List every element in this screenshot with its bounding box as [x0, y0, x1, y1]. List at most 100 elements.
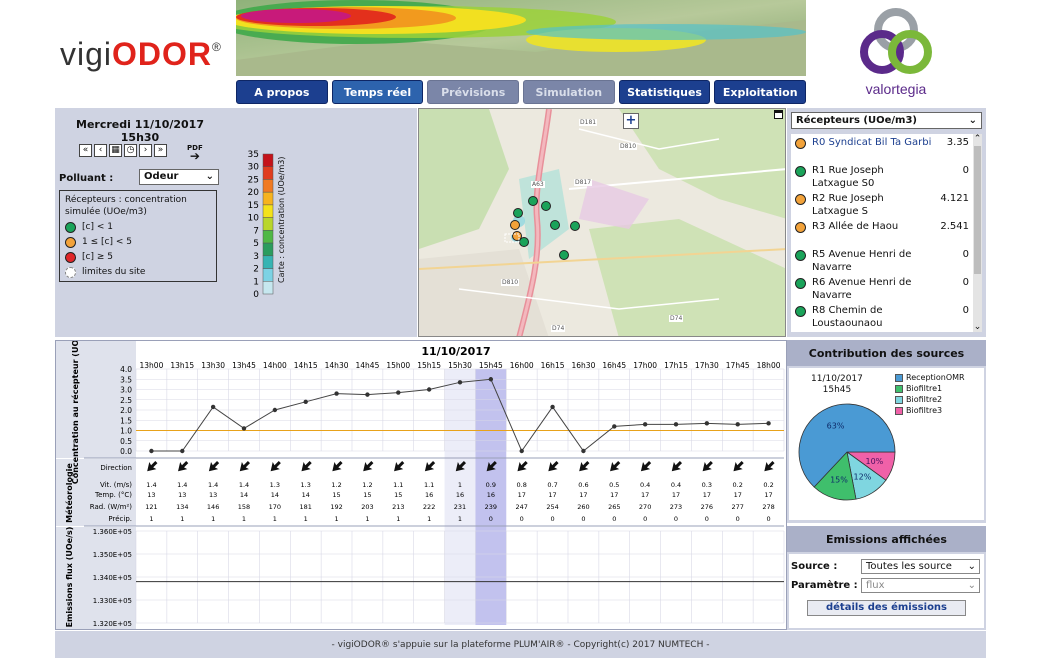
receptor-value: 2.541 — [940, 221, 969, 232]
meteo-rad-value: 134 — [176, 503, 188, 511]
x-tick-label: 14h00 — [263, 361, 287, 370]
x-tick-label: 14h15 — [294, 361, 318, 370]
map-zoom-in-button[interactable]: + — [623, 113, 639, 129]
nav-button-3[interactable]: Simulation — [523, 80, 615, 104]
legend-label: [c] ≥ 5 — [82, 252, 113, 262]
receptor-row[interactable]: R9 Chemin du gd et0 — [791, 330, 973, 332]
x-tick-label: 17h00 — [633, 361, 657, 370]
clock-icon[interactable]: ◷ — [124, 144, 137, 157]
meteo-rad-value: 213 — [392, 503, 404, 511]
receptor-row[interactable]: R8 Chemin de Loustaounaou 0 — [791, 302, 973, 330]
calendar-icon[interactable]: ▦ — [109, 144, 122, 157]
meteo-temp-value: 17 — [734, 491, 742, 499]
pie-legend-item: Biofiltre2 — [895, 394, 965, 405]
wind-direction-arrow-icon — [270, 460, 281, 472]
vigiodor-logo: vigiODOR® — [60, 36, 222, 72]
receptor-status-icon — [795, 250, 806, 261]
meteo-vit-value: 1.4 — [146, 481, 156, 489]
first-icon[interactable]: « — [79, 144, 92, 157]
pie-slice-label: 12% — [854, 472, 872, 481]
receptors-select[interactable]: Récepteurs (UOe/m3) ⌄ — [791, 112, 982, 129]
receptor-row[interactable]: R5 Avenue Henri de Navarre 0 — [791, 246, 973, 274]
meteo-vit-value: 0.4 — [671, 481, 681, 489]
pie-legend: ReceptionOMR Biofiltre1 Biofiltre2 Biofiltr… — [895, 372, 965, 416]
emissions-title: Emissions affichées — [787, 526, 986, 552]
colorbar-title: Carte : concentration (UOe/m3) — [277, 156, 286, 284]
receptor-list-scrollbar[interactable]: ⌃ ⌄ — [973, 134, 982, 332]
receptor-row[interactable]: R3 Allée de Haou 2.541 — [791, 218, 973, 246]
data-point — [488, 377, 494, 382]
meteo-precip-value: 0 — [612, 515, 616, 523]
pie-legend-item: Biofiltre1 — [895, 383, 965, 394]
wind-direction-arrow-icon — [147, 460, 158, 472]
scrollbar-thumb[interactable] — [974, 146, 981, 274]
meteo-rad-value: 277 — [732, 503, 744, 511]
x-tick-label: 16h00 — [510, 361, 534, 370]
data-point — [673, 422, 679, 427]
map-view[interactable]: D181 D810 D817 A63 D810 D74 D74 + — [418, 108, 786, 337]
parameter-select[interactable]: flux ⌄ — [861, 578, 980, 593]
receptor-value: 3.35 — [946, 137, 969, 148]
maximize-icon[interactable] — [774, 110, 783, 119]
wind-direction-arrow-icon — [394, 460, 405, 472]
meteo-rad-value: 181 — [300, 503, 312, 511]
receptor-row[interactable]: R1 Rue Joseph Latxague S0 0 — [791, 162, 973, 190]
pollutant-select[interactable]: Odeur ⌄ — [139, 169, 219, 185]
emission-details-button[interactable]: détails des émissions — [807, 600, 966, 616]
meteo-temp-value: 15 — [394, 491, 402, 499]
source-select[interactable]: Toutes les source ⌄ — [861, 559, 980, 574]
meteo-temp-value: 14 — [240, 491, 248, 499]
emission-y-tick: 1.360E+05 — [93, 528, 132, 536]
receptor-row[interactable]: R6 Avenue Henri de Navarre 0 — [791, 274, 973, 302]
meteo-rad-value: 265 — [608, 503, 620, 511]
footer: - vigiODOR® s'appuie sur la plateforme P… — [55, 631, 986, 658]
meteo-rad-value: 146 — [207, 503, 219, 511]
pollutant-label: Polluant : — [59, 173, 114, 184]
meteo-row-label: Précip. — [108, 515, 132, 523]
x-tick-label: 15h00 — [386, 361, 410, 370]
nav-button-4[interactable]: Statistiques — [618, 80, 711, 104]
x-tick-label: 16h15 — [541, 361, 565, 370]
wind-direction-arrow-icon — [610, 460, 621, 472]
nav-button-1[interactable]: Temps réel — [331, 80, 424, 104]
meteo-rad-value: 170 — [269, 503, 281, 511]
meteo-temp-value: 17 — [641, 491, 649, 499]
nav-button-0[interactable]: A propos — [236, 80, 328, 104]
meteo-precip-value: 0 — [767, 515, 771, 523]
meteo-temp-value: 16 — [425, 491, 433, 499]
colorbar-tick: 5 — [253, 239, 259, 249]
data-point — [149, 448, 154, 454]
y-tick-label: 3.0 — [120, 386, 132, 395]
meteo-rad-value: 192 — [330, 503, 342, 511]
next-icon[interactable]: › — [139, 144, 152, 157]
receptor-value: 0 — [962, 305, 969, 316]
receptor-row[interactable]: R0 Syndicat Bil Ta Garbi 3.35 — [791, 134, 973, 162]
last-icon[interactable]: » — [154, 144, 167, 157]
nav-button-2[interactable]: Prévisions — [427, 80, 520, 104]
colorbar-tick: 15 — [248, 201, 259, 211]
pie-legend-label: ReceptionOMR — [906, 373, 965, 382]
pie-slice-label: 15% — [830, 476, 848, 485]
emissions-panel: Emissions affichées Source : Toutes les … — [787, 526, 986, 630]
nav-button-5[interactable]: Exploitation — [714, 80, 807, 104]
receptor-name: R0 Syndicat Bil Ta Garbi — [812, 137, 932, 148]
chevron-down-icon: ⌄ — [205, 171, 214, 182]
meteo-temp-value: 14 — [302, 491, 310, 499]
main-nav: A propos Temps réel Prévisions Simulation St… — [236, 80, 807, 104]
data-point — [334, 391, 339, 396]
data-point — [426, 387, 432, 392]
meteo-row-label: Direction — [100, 464, 132, 472]
receptor-row[interactable]: R2 Rue Joseph Latxague S 4.121 — [791, 190, 973, 218]
meteo-precip-value: 1 — [211, 515, 215, 523]
data-point — [612, 424, 617, 429]
wind-direction-arrow-icon — [733, 460, 744, 472]
data-point — [642, 422, 648, 427]
meteo-vit-value: 1 — [458, 481, 462, 489]
pie-legend-label: Biofiltre3 — [906, 406, 943, 415]
map-road-label: D181 — [579, 119, 598, 126]
pdf-export-icon[interactable]: PDF ➔ — [187, 144, 203, 162]
colorbar-tick: 35 — [248, 150, 259, 160]
scroll-down-icon[interactable]: ⌄ — [973, 322, 982, 332]
scroll-up-icon[interactable]: ⌃ — [973, 134, 982, 144]
prev-icon[interactable]: ‹ — [94, 144, 107, 157]
